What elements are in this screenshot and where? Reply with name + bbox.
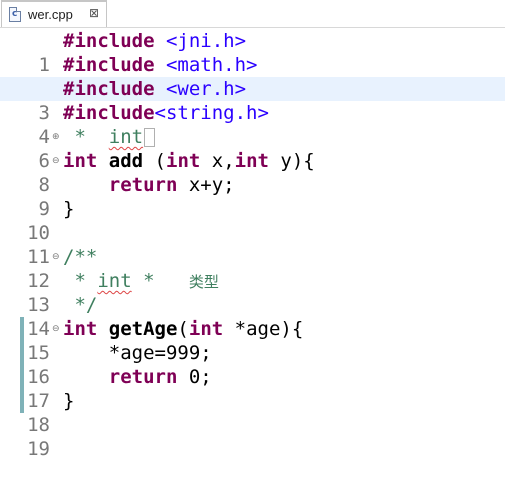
editor-tab-bar: c wer.cpp ⊠ [0,0,505,28]
function-name: add [108,150,144,172]
keyword: int [188,318,224,340]
code-text: *age=999; [63,342,212,364]
keyword: int [63,318,98,340]
code-line: 2 #include <math.h> [0,53,505,100]
comment-word: int [97,270,132,292]
close-tab-icon[interactable]: ⊠ [89,6,99,20]
code-line: 1 #include <jni.h> [0,29,505,76]
comment-word: int [108,126,144,148]
tab-wer-cpp[interactable]: c wer.cpp ⊠ [1,0,107,27]
code-text: y){ [268,150,315,172]
keyword: int [234,150,269,172]
current-code-line: 3 #include <wer.h> [0,77,505,124]
keyword: int [63,150,98,172]
code-line: 13 * int * 类型 [0,269,505,316]
line-number: 19 [27,438,50,460]
code-text: } [63,198,75,220]
keyword: #include [63,102,155,124]
cpp-file-icon: c [9,7,21,22]
code-line: 14 */ [0,293,505,340]
code-line: 17 return 0; [0,365,505,412]
code-line: 16 *age=999; [0,341,505,388]
code-editor[interactable]: 1 #include <jni.h> 2 #include <math.h> 3… [0,28,505,460]
tab-label: wer.cpp [28,7,73,22]
keyword: int [166,150,201,172]
code-line: 6 ⊕ * int [0,125,505,172]
keyword: #include [63,30,155,52]
collapse-fold-icon[interactable]: ⊖ [52,245,60,269]
keyword: #include [63,78,155,100]
header-string: <string.h> [154,102,269,124]
comment-text: * [63,270,98,292]
code-line: 10 } [0,197,505,244]
keyword: return [108,174,178,196]
keyword: return [108,366,178,388]
code-line: 15 ⊖ int getAge(int *age){ [0,317,505,364]
comment-text: * [131,270,189,292]
comment-text: * [63,126,109,148]
code-line: 19 [0,413,505,460]
collapse-fold-icon[interactable]: ⊖ [52,149,60,173]
code-text: ( [143,150,166,172]
code-line: 18 } [0,389,505,436]
function-name: getAge [108,318,178,340]
code-text: } [63,390,75,412]
code-line: 4 #include<string.h> [0,101,505,148]
folded-marker[interactable] [144,128,156,147]
collapse-fold-icon[interactable]: ⊖ [52,317,60,341]
code-text: x, [200,150,235,172]
code-line: 12 ⊖ /** [0,245,505,292]
header-string: <math.h> [165,54,258,76]
code-text: *age){ [223,318,304,340]
header-string: <jni.h> [165,30,247,52]
code-text: x+y; [177,174,235,196]
comment-text: /** [63,246,98,268]
code-line: 11 [0,221,505,268]
code-text: ( [177,318,189,340]
code-line: 8 ⊖ int add (int x,int y){ [0,149,505,196]
expand-fold-icon[interactable]: ⊕ [52,125,60,149]
comment-cjk-text: 类型 [188,273,219,291]
code-line: 9 return x+y; [0,173,505,220]
keyword: #include [63,54,155,76]
code-text: 0; [177,366,212,388]
header-string: <wer.h> [165,78,247,100]
comment-text: */ [63,294,98,316]
